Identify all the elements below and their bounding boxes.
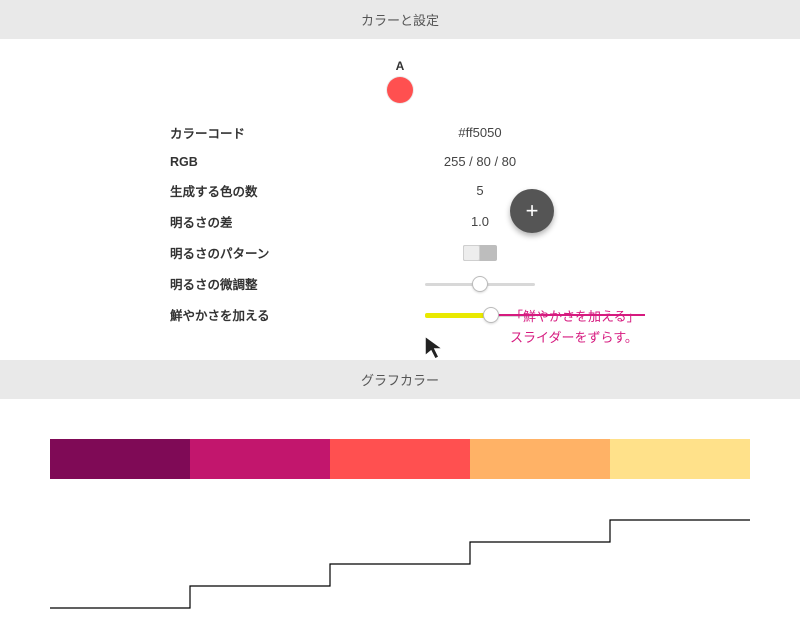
cursor-icon [423, 334, 447, 362]
row-light-diff: 明るさの差 1.0 [170, 206, 630, 237]
slider-thumb[interactable] [472, 276, 488, 292]
row-light-fine: 明るさの微調整 [170, 268, 630, 299]
swatch-2[interactable] [330, 439, 470, 479]
label-light-pattern: 明るさのパターン [170, 243, 330, 262]
label-light-diff: 明るさの差 [170, 212, 330, 231]
color-swatches [50, 439, 750, 479]
swatch-1[interactable] [190, 439, 330, 479]
label-rgb: RGB [170, 155, 330, 169]
section-header-graph: グラフカラー [0, 360, 800, 399]
swatch-3[interactable] [470, 439, 610, 479]
section-header-settings: カラーと設定 [0, 0, 800, 39]
swatch-4[interactable] [610, 439, 750, 479]
chip-label: A [0, 59, 800, 73]
slider-fill [425, 313, 491, 318]
annotation-text: 「鮮やかさを加える」 スライダーをずらす。 [510, 307, 640, 349]
step-chart [50, 509, 750, 619]
slider-light-fine[interactable] [425, 275, 535, 293]
label-count: 生成する色の数 [170, 181, 330, 200]
color-chip-block: A [0, 59, 800, 103]
row-rgb: RGB 255 / 80 / 80 [170, 148, 630, 175]
section-header-settings-label: カラーと設定 [361, 13, 439, 28]
settings-rows: カラーコード #ff5050 RGB 255 / 80 / 80 生成する色の数… [170, 117, 630, 330]
step-line [50, 520, 750, 608]
annotation-line-1: 「鮮やかさを加える」 [510, 307, 640, 328]
settings-panel: A カラーコード #ff5050 RGB 255 / 80 / 80 生成する色… [0, 39, 800, 360]
add-button[interactable]: + [510, 189, 554, 233]
swatch-0[interactable] [50, 439, 190, 479]
toggle-light-pattern[interactable] [463, 245, 497, 261]
step-chart-svg [50, 509, 750, 619]
section-header-graph-label: グラフカラー [361, 373, 439, 388]
annotation-line-2: スライダーをずらす。 [510, 328, 640, 349]
toggle-knob [463, 245, 480, 261]
plus-icon: + [526, 198, 539, 224]
value-light-diff[interactable]: 1.0 [330, 214, 630, 229]
row-color-code: カラーコード #ff5050 [170, 117, 630, 148]
row-light-pattern: 明るさのパターン [170, 237, 630, 268]
value-count[interactable]: 5 [330, 183, 630, 198]
label-color-code: カラーコード [170, 123, 330, 142]
value-color-code[interactable]: #ff5050 [330, 125, 630, 140]
value-rgb: 255 / 80 / 80 [330, 154, 630, 169]
row-count: 生成する色の数 5 [170, 175, 630, 206]
label-saturation: 鮮やかさを加える [170, 305, 330, 324]
label-light-fine: 明るさの微調整 [170, 274, 330, 293]
color-chip[interactable] [387, 77, 413, 103]
slider-thumb[interactable] [483, 307, 499, 323]
